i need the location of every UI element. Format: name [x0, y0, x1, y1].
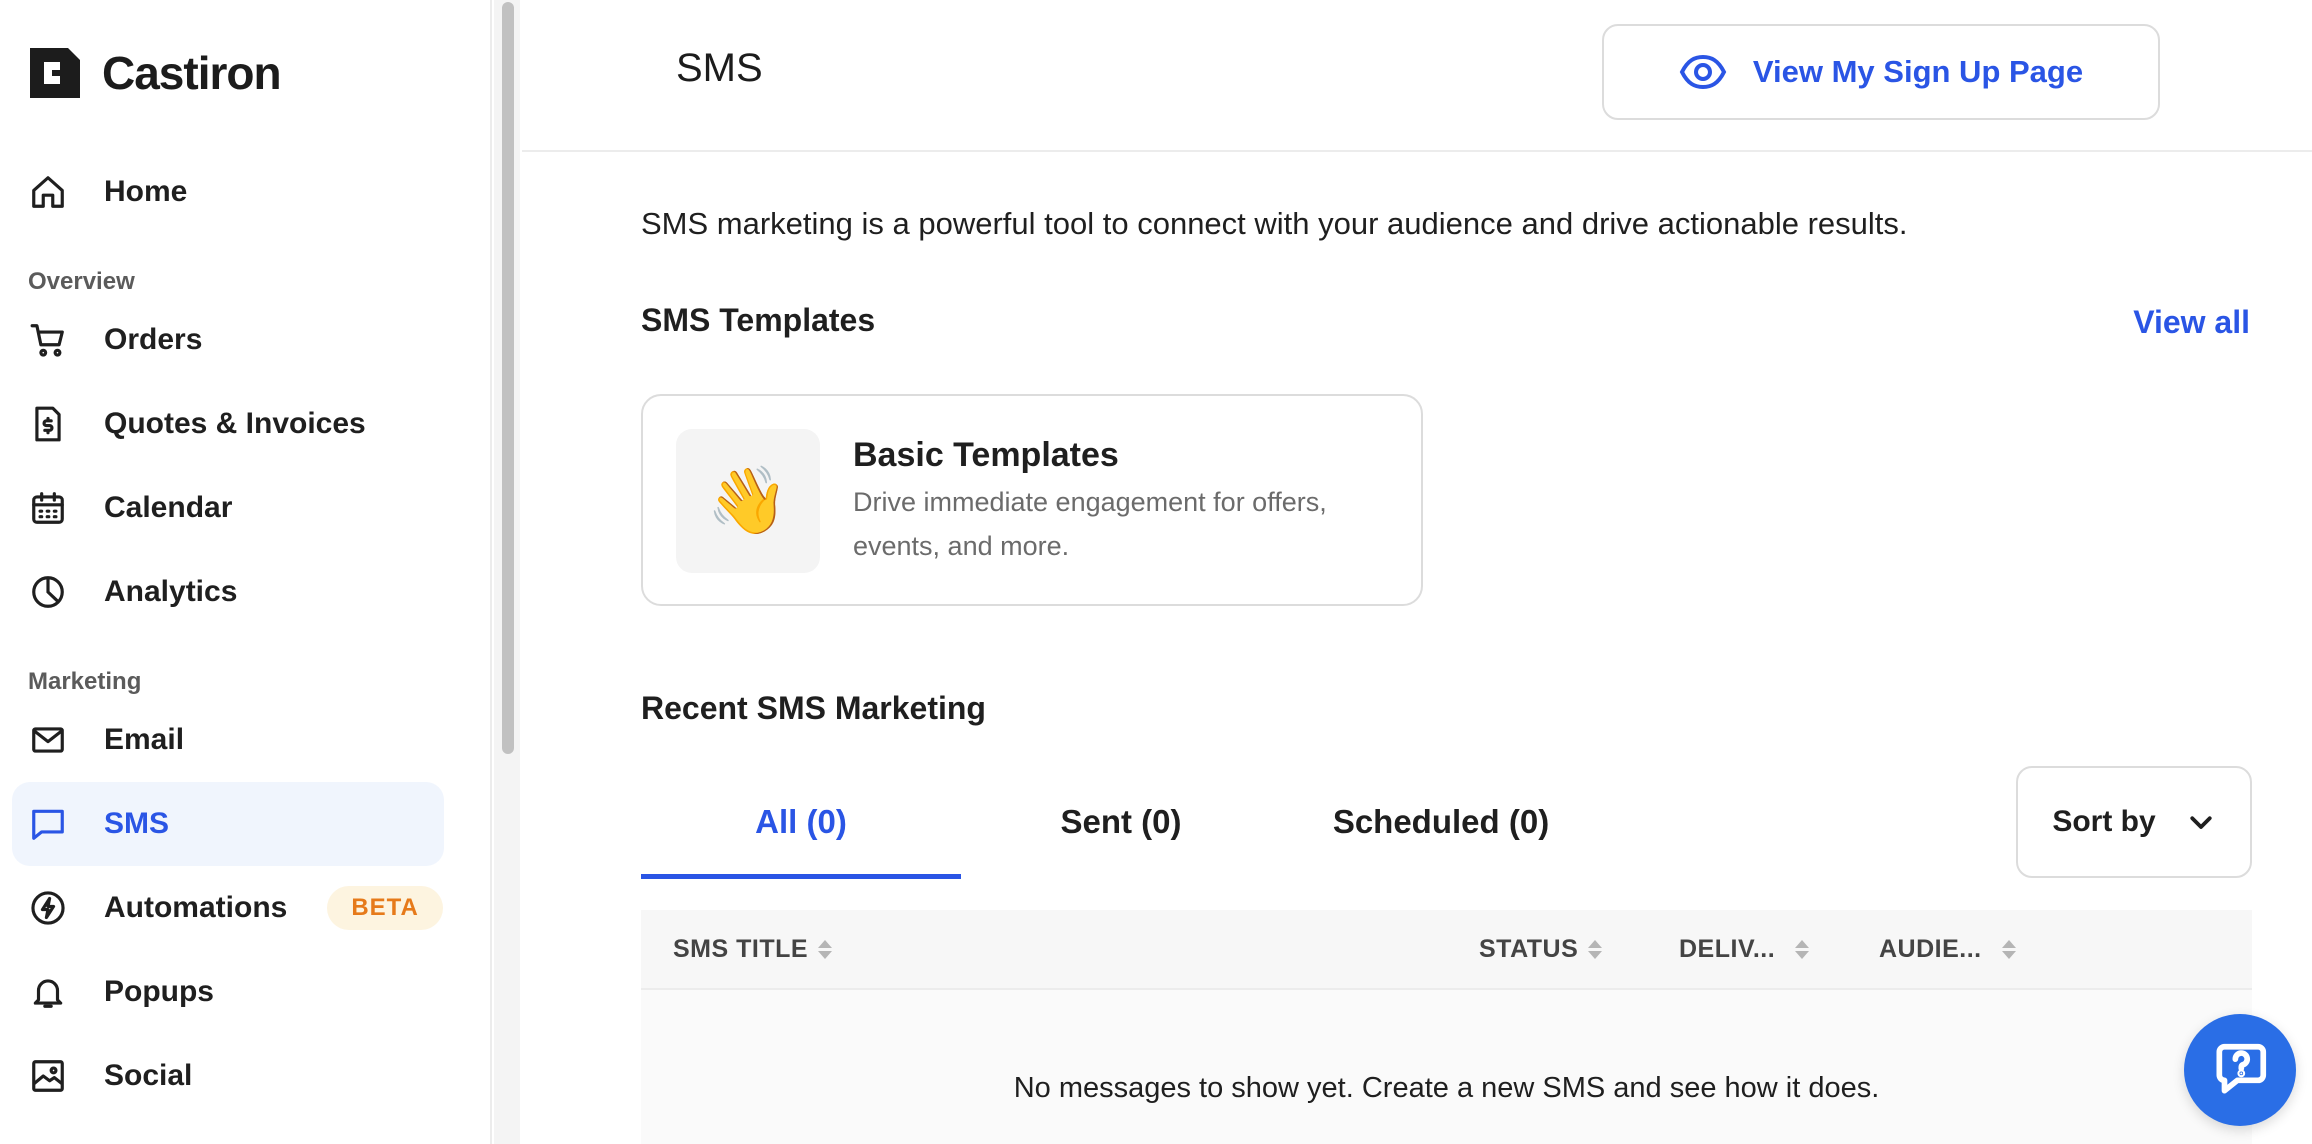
column-header-status[interactable]: STATUS: [1479, 910, 1603, 988]
sms-tabs: All (0) Sent (0) Scheduled (0): [641, 764, 1603, 879]
template-description: Drive immediate engagement for offers, e…: [853, 487, 1327, 561]
sidebar-item-email[interactable]: Email: [12, 698, 444, 782]
section-label-marketing: Marketing: [28, 668, 142, 695]
sidebar-item-sms[interactable]: SMS: [12, 782, 444, 866]
bolt-icon: [28, 888, 68, 928]
eye-icon: [1679, 54, 1727, 90]
sidebar-item-label: Email: [104, 723, 185, 756]
bell-icon: [28, 972, 68, 1012]
column-header-audience[interactable]: AUDIE...: [1879, 910, 2016, 988]
templates-heading: SMS Templates: [641, 302, 876, 338]
brand-name: Castiron: [102, 47, 282, 99]
beta-badge: BETA: [327, 886, 443, 930]
help-chat-icon: [2216, 1043, 2267, 1094]
empty-state-message: No messages to show yet. Create a new SM…: [1013, 1072, 1880, 1104]
waving-hand-icon: 👋: [676, 429, 820, 573]
page-title: SMS: [676, 46, 763, 90]
column-label: SMS TITLE: [673, 934, 809, 963]
sidebar: Castiron Home Overview Orders Quotes & I…: [0, 0, 492, 1144]
home-icon: [28, 172, 68, 212]
sidebar-item-orders[interactable]: Orders: [12, 298, 444, 382]
table-header: SMS TITLE STATUS DELIV... AUDIE...: [641, 910, 2252, 990]
tab-all[interactable]: All (0): [641, 764, 961, 879]
section-label-overview: Overview: [28, 268, 135, 295]
basic-templates-card[interactable]: 👋 Basic Templates Drive immediate engage…: [641, 394, 1423, 606]
template-name: Basic Templates: [853, 436, 1119, 474]
column-label: AUDIE...: [1879, 934, 1982, 963]
sidebar-item-label: Home: [104, 175, 188, 208]
sidebar-item-label: Analytics: [104, 575, 238, 608]
column-label: STATUS: [1479, 934, 1579, 963]
recent-sms-heading: Recent SMS Marketing: [641, 690, 986, 726]
cart-icon: [28, 320, 68, 360]
view-signup-page-button[interactable]: View My Sign Up Page: [1602, 24, 2160, 120]
brand-logo[interactable]: Castiron: [30, 46, 282, 100]
sort-arrows-icon: [818, 939, 833, 959]
tab-scheduled[interactable]: Scheduled (0): [1281, 764, 1601, 879]
sidebar-item-label: Popups: [104, 975, 214, 1008]
calendar-icon: [28, 488, 68, 528]
invoice-icon: [28, 404, 68, 444]
sms-table: SMS TITLE STATUS DELIV... AUDIE... No me…: [641, 910, 2252, 1144]
pie-chart-icon: [28, 572, 68, 612]
sort-arrows-icon: [1588, 939, 1603, 959]
sort-arrows-icon: [1795, 939, 1810, 959]
image-icon: [28, 1056, 68, 1096]
column-header-sms-title[interactable]: SMS TITLE: [673, 910, 833, 988]
sidebar-item-calendar[interactable]: Calendar: [12, 466, 444, 550]
intro-text: SMS marketing is a powerful tool to conn…: [641, 206, 1908, 241]
sidebar-item-label: Automations: [104, 891, 288, 924]
sidebar-item-automations[interactable]: Automations BETA: [12, 866, 444, 950]
sidebar-item-label: SMS: [104, 807, 170, 840]
sidebar-item-label: Orders: [104, 323, 203, 356]
column-header-delivery[interactable]: DELIV...: [1679, 910, 1810, 988]
chat-icon: [28, 804, 68, 844]
sort-by-label: Sort by: [2052, 805, 2156, 838]
sidebar-item-home[interactable]: Home: [12, 150, 444, 234]
sort-arrows-icon: [2001, 939, 2016, 959]
column-label: DELIV...: [1679, 934, 1776, 963]
mail-icon: [28, 720, 68, 760]
sidebar-item-label: Quotes & Invoices: [104, 407, 366, 440]
tab-sent[interactable]: Sent (0): [961, 764, 1281, 879]
chevron-down-icon: [2190, 816, 2212, 829]
page-header: SMS View My Sign Up Page: [522, 0, 2312, 152]
sidebar-item-popups[interactable]: Popups: [12, 950, 444, 1034]
view-all-templates-link[interactable]: View all: [2133, 304, 2250, 341]
sidebar-item-social[interactable]: Social: [12, 1034, 444, 1118]
sidebar-item-quotes-invoices[interactable]: Quotes & Invoices: [12, 382, 444, 466]
sort-by-dropdown[interactable]: Sort by: [2016, 766, 2252, 878]
view-signup-page-label: View My Sign Up Page: [1752, 54, 2084, 89]
sidebar-scrollbar-thumb[interactable]: [502, 2, 514, 754]
sidebar-item-analytics[interactable]: Analytics: [12, 550, 444, 634]
castiron-logo-icon: [30, 48, 80, 98]
help-chat-button[interactable]: [2184, 1014, 2296, 1126]
sidebar-item-label: Calendar: [104, 491, 233, 524]
sidebar-item-label: Social: [104, 1059, 193, 1092]
